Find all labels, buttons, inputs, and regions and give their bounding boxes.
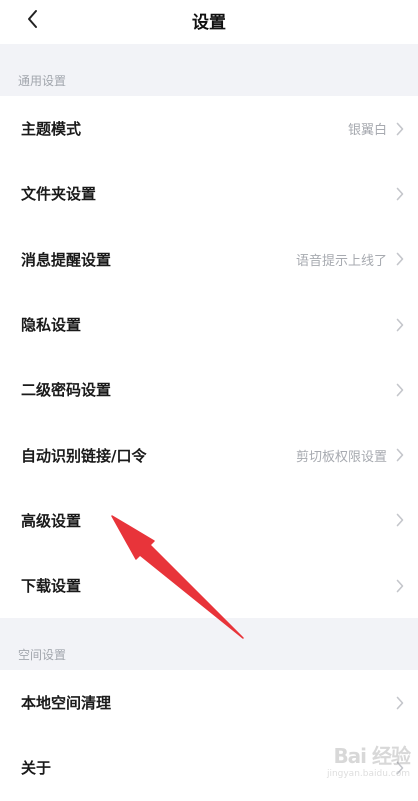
chevron-right-icon [396,252,404,266]
watermark-sub-text: jingyan.baidu.com [326,769,410,779]
row-label: 文件夹设置 [21,185,97,204]
chevron-right-icon [396,187,404,201]
settings-row-notifications[interactable]: 消息提醒设置 语音提示上线了 [0,227,418,292]
settings-row-folder[interactable]: 文件夹设置 [0,161,418,226]
general-settings-group: 主题模式 银翼白 文件夹设置 消息提醒设置 语音提示上线了 隐私设置 二级密码设… [0,96,418,619]
settings-row-download[interactable]: 下载设置 [0,553,418,618]
row-label: 消息提醒设置 [21,250,112,269]
settings-row-link-recognition[interactable]: 自动识别链接/口令 剪切板权限设置 [0,422,418,487]
chevron-right-icon [396,448,404,462]
chevron-right-icon [396,579,404,593]
row-label: 下载设置 [21,577,82,596]
row-label: 二级密码设置 [21,381,112,400]
settings-row-secondary-password[interactable]: 二级密码设置 [0,357,418,422]
settings-row-theme-mode[interactable]: 主题模式 银翼白 [0,96,418,161]
chevron-right-icon [396,514,404,527]
chevron-right-icon [396,383,404,397]
row-value: 剪切板权限设置 [295,449,387,465]
chevron-right-icon [396,318,404,331]
watermark-logo: Bai 经验 jingyan.baidu.com [326,740,411,779]
row-label: 关于 [21,759,52,778]
row-label: 主题模式 [21,120,82,139]
row-label: 高级设置 [21,511,82,530]
space-settings-group: 本地空间清理 关于 [0,670,418,801]
row-label: 隐私设置 [21,316,82,335]
row-label: 本地空间清理 [21,694,112,713]
row-label: 自动识别链接/口令 [21,446,147,465]
chevron-right-icon [396,122,404,135]
top-bar: 设置 [0,0,418,44]
chevron-right-icon [396,696,404,709]
section-label-general: 通用设置 [18,74,67,88]
settings-row-local-space-cleanup[interactable]: 本地空间清理 [0,670,418,735]
settings-row-privacy[interactable]: 隐私设置 [0,292,418,357]
row-value: 银翼白 [347,123,387,139]
section-label-space: 空间设置 [18,648,67,662]
watermark-main-text: Bai 经验 [333,744,411,768]
page-title: 设置 [192,13,226,33]
row-value: 语音提示上线了 [295,253,387,269]
settings-row-advanced[interactable]: 高级设置 [0,488,418,553]
